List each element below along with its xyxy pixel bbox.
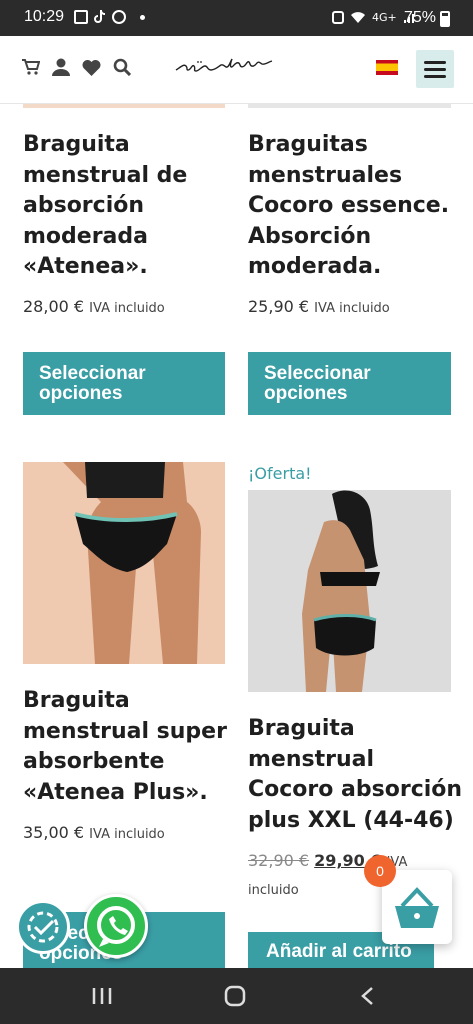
product-title[interactable]: Braguitas menstruales Cocoro essence. Ab… <box>248 130 468 283</box>
tax-note: incluido <box>248 883 299 898</box>
select-options-button[interactable]: Seleccionar opciones <box>248 352 451 415</box>
product-title-line[interactable]: Braguita <box>23 130 228 161</box>
product-image[interactable] <box>23 462 225 664</box>
product-title-line[interactable]: menstrual de <box>23 161 228 192</box>
product-title-line[interactable]: moderada. <box>248 252 468 283</box>
status-time: 10:29 <box>24 8 65 25</box>
back-icon[interactable] <box>360 986 374 1006</box>
product-title-line[interactable]: absorción <box>23 191 228 222</box>
product-title-line[interactable]: Braguita <box>23 686 238 717</box>
menu-line <box>424 75 446 78</box>
old-price: 32,90 € <box>248 851 310 870</box>
model-illustration <box>302 490 380 692</box>
accessibility-widget-button[interactable] <box>16 900 70 954</box>
product-title[interactable]: Braguita menstrual de absorción moderada… <box>23 130 228 283</box>
user-icon[interactable] <box>52 58 70 76</box>
header-icons <box>22 58 131 76</box>
product-title-line[interactable]: moderada <box>23 222 228 253</box>
button-label: opciones <box>264 383 348 404</box>
select-options-button[interactable]: Seleccionar opciones <box>23 352 225 415</box>
product-price: 28,00 € IVA incluido <box>23 297 165 316</box>
mini-cart-button[interactable] <box>382 870 452 944</box>
product-image-edge[interactable] <box>23 104 225 108</box>
sale-badge: ¡Oferta! <box>248 464 312 483</box>
product-title-line[interactable]: menstrual super <box>23 717 238 748</box>
product-title-line[interactable]: «Atenea». <box>23 252 228 283</box>
button-label: opciones <box>39 383 123 404</box>
status-bar: 10:29 4G+ 75% <box>0 0 473 36</box>
spain-flag-icon[interactable] <box>376 60 398 75</box>
tiktok-icon <box>94 10 105 23</box>
whatsapp-notification-icon <box>112 10 126 24</box>
product-price-note: incluido <box>248 879 299 898</box>
tax-note: IVA incluido <box>89 301 165 316</box>
product-price: 25,90 € IVA incluido <box>248 297 390 316</box>
menu-line <box>424 68 446 71</box>
heart-icon[interactable] <box>82 59 101 76</box>
price-amount: 35,00 € <box>23 823 85 842</box>
product-title-line[interactable]: menstrual <box>248 745 468 776</box>
product-price: 35,00 € IVA incluido <box>23 823 165 842</box>
hamburger-menu-icon[interactable] <box>416 50 454 88</box>
product-title-line[interactable]: menstruales <box>248 161 468 192</box>
button-label: Seleccionar <box>39 363 146 384</box>
price-amount: 25,90 € <box>248 297 310 316</box>
tax-note: IVA incluido <box>314 301 390 316</box>
alarm-icon <box>332 11 344 24</box>
product-title-line[interactable]: Braguita <box>248 714 468 745</box>
battery-percent: 75% <box>404 9 437 26</box>
product-title[interactable]: Braguita menstrual super absorbente «Ate… <box>23 686 238 808</box>
search-icon[interactable] <box>113 58 131 76</box>
gallery-icon <box>74 10 88 24</box>
product-title-line[interactable]: Braguitas <box>248 130 468 161</box>
tax-note: IVA incluido <box>89 827 165 842</box>
price-amount: 28,00 € <box>23 297 85 316</box>
cart-count-badge[interactable]: 0 <box>364 855 396 887</box>
product-image[interactable] <box>248 490 451 692</box>
product-title-line[interactable]: plus XXL (44-46) <box>248 806 468 837</box>
home-icon[interactable] <box>224 985 246 1007</box>
whatsapp-icon <box>97 906 135 947</box>
product-title-line[interactable]: Cocoro essence. <box>248 191 468 222</box>
android-nav-bar <box>0 968 473 1024</box>
mushu-logo[interactable] <box>172 50 302 84</box>
product-price: 32,90 € 29,90 € IVA <box>248 851 458 870</box>
basket-icon <box>395 887 439 928</box>
product-title-line[interactable]: Cocoro absorción <box>248 775 468 806</box>
battery-icon <box>440 11 450 27</box>
check-badge-icon <box>27 911 59 943</box>
button-label: Seleccionar <box>264 363 371 384</box>
product-title-line[interactable]: «Atenea Plus». <box>23 778 238 809</box>
product-title-line[interactable]: absorbente <box>23 747 238 778</box>
network-type: 4G+ <box>372 10 397 24</box>
cart-icon[interactable] <box>22 59 40 75</box>
menu-line <box>424 61 446 64</box>
wifi-icon <box>351 11 365 23</box>
notification-icons <box>74 10 145 24</box>
product-image-edge[interactable] <box>248 104 451 108</box>
whatsapp-chat-button[interactable] <box>84 894 148 958</box>
product-title[interactable]: Braguita menstrual Cocoro absorción plus… <box>248 714 468 836</box>
recent-apps-icon[interactable] <box>92 986 112 1006</box>
product-title-line[interactable]: Absorción <box>248 222 468 253</box>
model-illustration <box>63 462 201 664</box>
more-notifications-dot <box>140 14 145 20</box>
site-header <box>0 36 473 104</box>
